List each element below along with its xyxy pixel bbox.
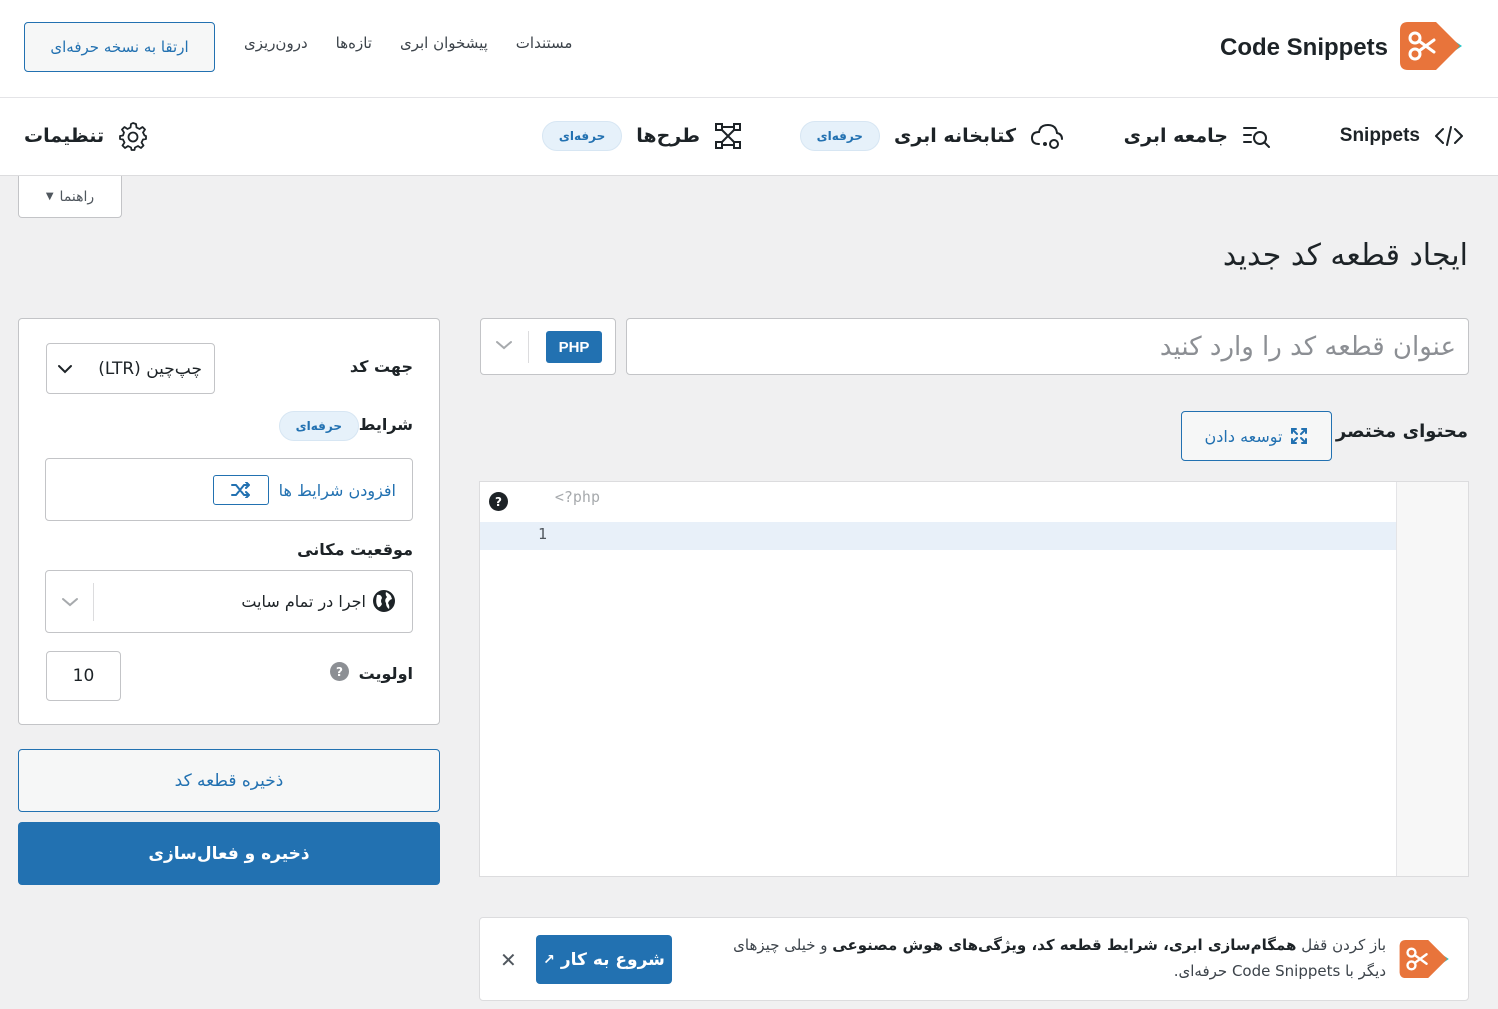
notice-text-prefix: باز کردن قفل	[1296, 936, 1386, 954]
nav-designs[interactable]: طرح‌ها حرفه‌ای	[541, 118, 742, 154]
snippet-settings-box: جهت کد چپ‌چین (LTR) شرایط حرفه‌ای افزودن…	[18, 318, 440, 725]
nav-snippets[interactable]: Snippets	[1340, 118, 1464, 154]
pro-badge: حرفه‌ای	[278, 411, 359, 441]
language-select[interactable]: PHP	[480, 318, 616, 375]
get-started-button[interactable]: شروع به کار ↗	[536, 935, 672, 984]
top-header: Code Snippets مستندات پیشخوان ابری تازه‌…	[0, 0, 1498, 98]
active-line[interactable]	[480, 522, 1396, 550]
notice-text: باز کردن قفل همگام‌سازی ابری، شرایط قطعه…	[706, 932, 1386, 984]
location-value: اجرا در تمام سایت	[241, 589, 396, 613]
description-label: محتوای مختصر	[1335, 421, 1468, 442]
nav-cloud-library[interactable]: کتابخانه ابری حرفه‌ای	[799, 118, 1064, 154]
main-nav: Snippets جامعه ابری کتابخانه ابری حرفه‌ا…	[0, 98, 1498, 176]
conditions-box: افزودن شرایط ها	[45, 458, 413, 521]
upgrade-notice: باز کردن قفل همگام‌سازی ابری، شرایط قطعه…	[479, 917, 1469, 1001]
get-started-label: شروع به کار	[560, 949, 665, 970]
help-tab-label: راهنما	[59, 188, 95, 205]
upgrade-pro-button[interactable]: ارتقا به نسخه حرفه‌ای	[24, 22, 215, 72]
direction-label: جهت کد	[349, 357, 413, 376]
gear-icon	[119, 122, 148, 151]
pro-badge: حرفه‌ای	[541, 121, 623, 151]
brand-name: Code Snippets	[1219, 34, 1388, 61]
globe-icon	[373, 590, 395, 612]
code-snippets-logo-icon	[1398, 936, 1452, 986]
priority-help-icon[interactable]: ?	[330, 662, 349, 681]
caret-down-icon: ▼	[45, 191, 54, 202]
search-list-icon	[1243, 127, 1270, 148]
nav-settings[interactable]: تنظیمات	[24, 118, 148, 154]
divider	[528, 331, 529, 363]
nav-snippets-label: Snippets	[1339, 125, 1420, 146]
nav-designs-label: طرح‌ها	[636, 125, 700, 147]
arrow-up-right-icon: ↗	[543, 951, 555, 968]
close-icon[interactable]: ✕	[500, 948, 517, 972]
editor-gutter	[1396, 482, 1468, 876]
whats-new-link[interactable]: تازه‌ها	[336, 34, 372, 52]
language-badge[interactable]: PHP	[546, 331, 602, 363]
code-icon	[1435, 126, 1463, 146]
snippet-title-input[interactable]	[626, 318, 1469, 375]
nav-cloud-library-label: کتابخانه ابری	[893, 125, 1016, 147]
save-and-activate-button[interactable]: ذخیره و فعال‌سازی	[18, 822, 440, 885]
brand[interactable]: Code Snippets	[1220, 20, 1466, 76]
direction-value: چپ‌چین (LTR)	[98, 358, 202, 379]
add-conditions-button[interactable]: افزودن شرایط ها	[212, 475, 396, 505]
conditions-label: شرایط	[358, 415, 413, 434]
cloud-icon	[1030, 123, 1063, 149]
import-link[interactable]: درون‌ریزی	[244, 34, 308, 52]
location-select[interactable]: اجرا در تمام سایت	[45, 570, 413, 633]
help-tab-button[interactable]: راهنما ▼	[18, 176, 122, 218]
add-conditions-label: افزودن شرایط ها	[278, 480, 396, 500]
cloud-dashboard-link[interactable]: پیشخوان ابری	[400, 34, 488, 52]
expand-button[interactable]: توسعه دادن	[1181, 411, 1332, 461]
nav-settings-label: تنظیمات	[24, 125, 105, 147]
chevron-down-icon	[62, 598, 78, 607]
direction-select[interactable]: چپ‌چین (LTR)	[46, 343, 215, 394]
priority-label: اولویت	[358, 664, 413, 683]
pro-badge: حرفه‌ای	[799, 121, 880, 151]
location-value-label: اجرا در تمام سایت	[241, 591, 366, 611]
docs-link[interactable]: مستندات	[516, 34, 573, 52]
nav-community-label: جامعه ابری	[1123, 125, 1228, 147]
editor-help-icon[interactable]: ?	[489, 492, 508, 511]
line-number: 1	[537, 525, 547, 543]
notice-text-bold: همگام‌سازی ابری، شرایط قطعه کد، ویژگی‌ها…	[832, 936, 1297, 954]
top-links: مستندات پیشخوان ابری تازه‌ها درون‌ریزی	[244, 34, 572, 52]
location-label: موقعیت مکانی	[297, 540, 413, 559]
code-editor[interactable]: <?php 1 ?	[479, 481, 1469, 877]
chevron-down-icon	[496, 341, 512, 350]
code-snippets-logo-icon	[1398, 18, 1466, 78]
design-nodes-icon	[715, 123, 741, 149]
divider	[93, 583, 94, 621]
page-title: ایجاد قطعه کد جدید	[1222, 238, 1468, 273]
chevron-down-icon	[58, 364, 72, 373]
expand-label: توسعه دادن	[1204, 426, 1283, 446]
save-snippet-button[interactable]: ذخیره قطعه کد	[18, 749, 440, 812]
priority-input[interactable]	[46, 651, 121, 701]
expand-icon	[1291, 428, 1308, 444]
shuffle-icon	[212, 475, 269, 505]
php-opening-tag: <?php	[554, 488, 600, 506]
nav-community[interactable]: جامعه ابری	[1124, 118, 1272, 154]
